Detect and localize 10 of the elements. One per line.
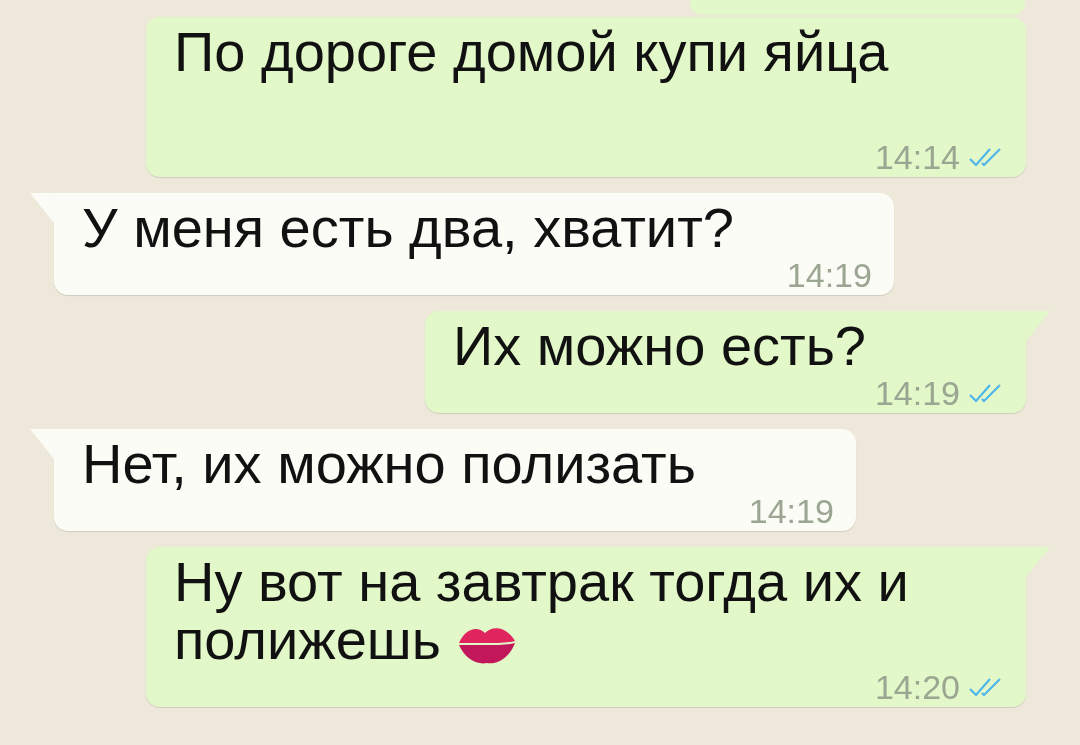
message-time: 14:19 — [874, 376, 960, 410]
message-text: Ну вот на завтрак тогда их и полижешь — [174, 550, 909, 671]
message-time: 14:14 — [874, 140, 960, 174]
message-text: У меня есть два, хватит? — [82, 196, 734, 259]
message-text: Их можно есть? — [452, 314, 866, 377]
message-time: 14:19 — [786, 258, 872, 292]
message-text: Нет, их можно полизать — [82, 432, 696, 495]
message-time: 14:20 — [874, 670, 960, 704]
message-time: 14:19 — [748, 494, 834, 528]
message-text: По дороге домой купи яйца — [174, 20, 889, 83]
